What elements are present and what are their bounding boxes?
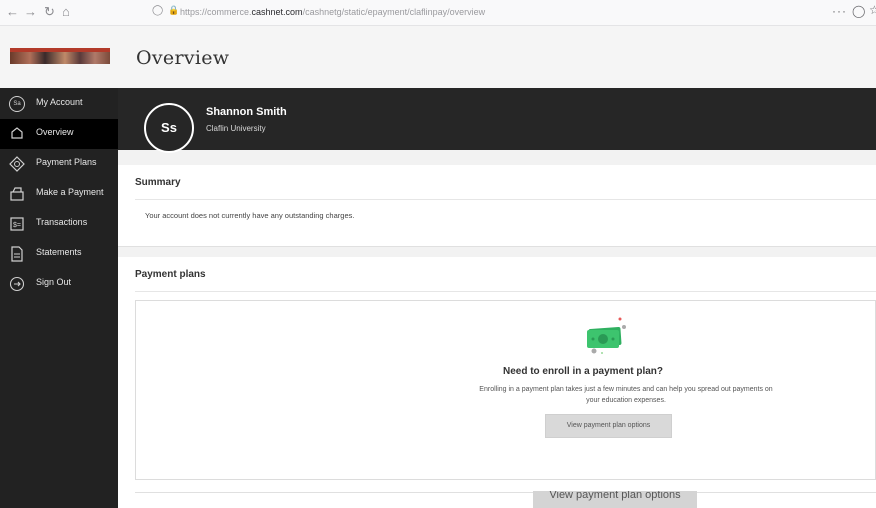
user-school: Claflin University xyxy=(206,124,266,133)
logo-stripe xyxy=(10,48,110,52)
payment-plans-card: Payment plans Need to enroll in a paymen… xyxy=(118,257,876,508)
transactions-icon: $= xyxy=(9,216,25,232)
sidebar-item-label: Make a Payment xyxy=(36,187,104,197)
url-path: /cashnetg/static/epayment/claflinpay/ove… xyxy=(302,7,486,17)
url-domain: cashnet.com xyxy=(251,7,303,17)
summary-card: Summary Your account does not currently … xyxy=(118,165,876,247)
home-icon[interactable]: ⌂ xyxy=(62,4,70,20)
make-payment-icon xyxy=(9,186,25,202)
view-payment-plan-options-button[interactable]: View payment plan options xyxy=(545,414,672,438)
sidebar: Sa My Account Overview Payment Plans Mak… xyxy=(0,26,118,508)
sidebar-item-label: Overview xyxy=(36,127,74,137)
sidebar-item-my-account[interactable]: Sa My Account xyxy=(0,89,118,119)
divider xyxy=(135,291,876,292)
pocket-icon[interactable]: ◯ xyxy=(852,4,865,18)
sidebar-menu: Sa My Account Overview Payment Plans Mak… xyxy=(0,89,118,299)
address-bar[interactable]: https://commerce.cashnet.com/cashnetg/st… xyxy=(180,7,485,17)
statements-icon xyxy=(9,246,25,262)
divider xyxy=(135,199,876,200)
bookmark-star-icon[interactable]: ☆ xyxy=(869,3,876,17)
money-icon xyxy=(587,317,626,354)
sidebar-item-make-payment[interactable]: Make a Payment xyxy=(0,179,118,209)
sign-out-icon xyxy=(9,276,25,292)
avatar: Ss xyxy=(144,103,194,153)
sidebar-item-sign-out[interactable]: Sign Out xyxy=(0,269,118,299)
summary-title: Summary xyxy=(135,177,181,188)
forward-icon[interactable]: → xyxy=(24,4,37,20)
overlay-button-label: View payment plan options xyxy=(549,491,681,501)
page-title: Overview xyxy=(136,47,230,69)
back-icon[interactable]: ← xyxy=(6,4,19,20)
browser-toolbar: ← → ↻ ⌂ ◯ 🔒 https://commerce.cashnet.com… xyxy=(0,0,876,26)
home-icon xyxy=(9,126,25,142)
payment-plans-icon xyxy=(9,156,25,172)
page-header: Overview xyxy=(118,26,876,88)
enroll-description: Enrolling in a payment plan takes just a… xyxy=(479,386,773,404)
sidebar-item-label: Payment Plans xyxy=(36,157,97,167)
divider xyxy=(135,492,876,493)
summary-message: Your account does not currently have any… xyxy=(145,211,355,220)
svg-text:$=: $= xyxy=(13,222,21,229)
main-content: Summary Your account does not currently … xyxy=(118,150,876,508)
sidebar-item-statements[interactable]: Statements xyxy=(0,239,118,269)
shield-icon[interactable]: ◯ xyxy=(152,5,163,16)
account-circle-icon: Sa xyxy=(9,96,25,112)
payment-plans-title: Payment plans xyxy=(135,269,206,280)
url-prefix: https://commerce. xyxy=(180,7,252,17)
profile-banner: Ss Shannon Smith Claflin University xyxy=(118,88,876,153)
sidebar-item-label: Transactions xyxy=(36,217,88,227)
sidebar-item-payment-plans[interactable]: Payment Plans xyxy=(0,149,118,179)
more-icon[interactable]: ··· xyxy=(832,4,847,18)
user-name: Shannon Smith xyxy=(206,106,287,118)
sidebar-item-label: Statements xyxy=(36,247,82,257)
sidebar-item-label: Sign Out xyxy=(36,277,72,287)
view-payment-plan-options-button-overlay[interactable]: View payment plan options xyxy=(533,491,697,508)
reload-icon[interactable]: ↻ xyxy=(44,4,55,20)
enroll-heading: Need to enroll in a payment plan? xyxy=(502,366,664,377)
lock-icon[interactable]: 🔒 xyxy=(168,5,179,16)
payment-plans-panel: Need to enroll in a payment plan? Enroll… xyxy=(135,300,876,480)
sidebar-item-label: My Account xyxy=(36,97,83,107)
logo[interactable] xyxy=(0,26,118,88)
sidebar-item-overview[interactable]: Overview xyxy=(0,119,118,149)
sidebar-item-transactions[interactable]: $= Transactions xyxy=(0,209,118,239)
